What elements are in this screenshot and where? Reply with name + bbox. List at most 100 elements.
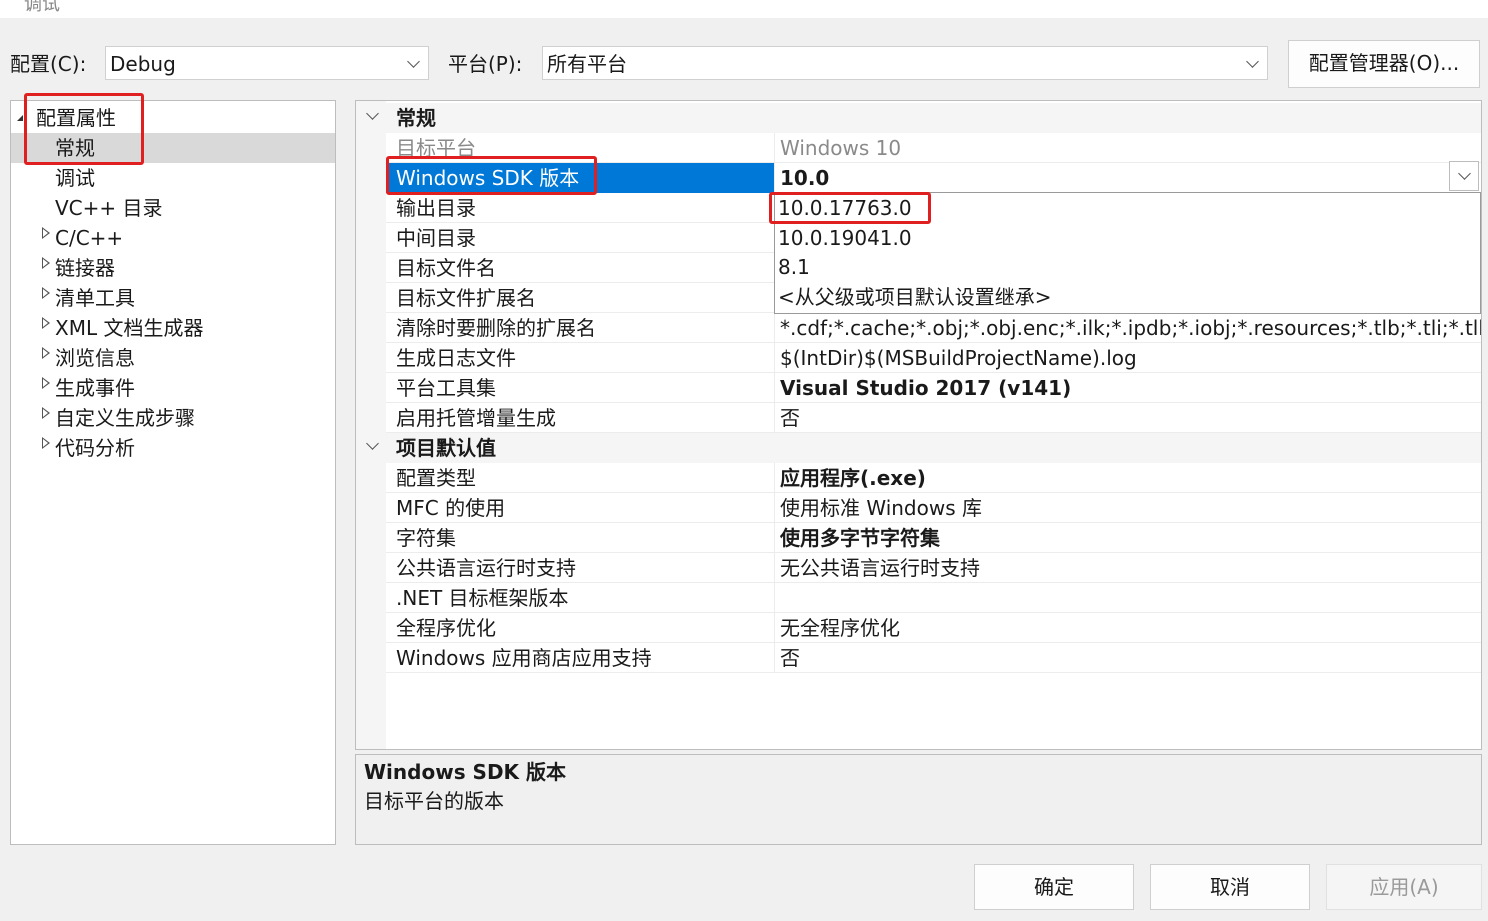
description-text: 目标平台的版本 xyxy=(364,789,504,813)
property-row[interactable]: Windows SDK 版本 10.0 xyxy=(386,163,1481,193)
tree-item-label: 常规 xyxy=(55,136,95,160)
property-name: 生成日志文件 xyxy=(396,346,516,370)
tree-item-label: 代码分析 xyxy=(55,436,135,460)
sdk-dropdown-button[interactable] xyxy=(1449,161,1479,191)
tree-item[interactable]: 链接器 xyxy=(11,253,335,283)
column-divider xyxy=(774,493,775,523)
column-divider xyxy=(774,343,775,373)
property-value[interactable]: 否 xyxy=(780,643,1481,673)
tree-item[interactable]: 调试 xyxy=(11,163,335,193)
property-name: 中间目录 xyxy=(396,226,476,250)
property-row[interactable]: 平台工具集 Visual Studio 2017 (v141) xyxy=(386,373,1481,403)
property-row[interactable]: 启用托管增量生成 否 xyxy=(386,403,1481,433)
property-row[interactable]: MFC 的使用 使用标准 Windows 库 xyxy=(386,493,1481,523)
tree-item[interactable]: 自定义生成步骤 xyxy=(11,403,335,433)
column-divider xyxy=(774,463,775,493)
ok-button[interactable]: 确定 xyxy=(974,864,1134,910)
property-tree: 配置属性 常规调试 VC++ 目录 C/C++ 链接器清单工具 XML 文档生成器浏览信… xyxy=(10,100,336,845)
property-value[interactable]: 使用多字节字符集 xyxy=(780,523,1481,553)
column-divider xyxy=(774,643,775,673)
tree-item[interactable]: 浏览信息 xyxy=(11,343,335,373)
property-name: 输出目录 xyxy=(396,196,476,220)
property-row[interactable]: .NET 目标框架版本 xyxy=(386,583,1481,613)
property-row[interactable]: Windows 应用商店应用支持 否 xyxy=(386,643,1481,673)
property-value[interactable]: 使用标准 Windows 库 xyxy=(780,493,1481,523)
property-name: Windows SDK 版本 xyxy=(396,166,580,190)
property-name: 全程序优化 xyxy=(396,616,496,640)
chevron-down-icon[interactable] xyxy=(366,107,379,120)
platform-combo[interactable]: 所有平台 xyxy=(542,46,1268,80)
column-divider xyxy=(774,313,775,343)
chevron-down-icon xyxy=(1458,167,1471,180)
chevron-down-icon[interactable] xyxy=(366,437,379,450)
property-value[interactable]: 否 xyxy=(780,403,1481,433)
property-row[interactable]: 生成日志文件 $(IntDir)$(MSBuildProjectName).log xyxy=(386,343,1481,373)
column-divider xyxy=(774,523,775,553)
tree-item[interactable]: C/C++ xyxy=(11,223,335,253)
tree-item[interactable]: 常规 xyxy=(11,133,335,163)
property-row[interactable]: 目标平台 Windows 10 xyxy=(386,133,1481,163)
tree-item[interactable]: 清单工具 xyxy=(11,283,335,313)
tree-item-label: 浏览信息 xyxy=(55,346,135,370)
tree-item-label: VC++ 目录 xyxy=(55,196,163,220)
tree-item-label: 链接器 xyxy=(55,256,115,280)
cancel-button[interactable]: 取消 xyxy=(1150,864,1310,910)
config-value: Debug xyxy=(110,52,176,76)
tree-root-config-properties[interactable]: 配置属性 xyxy=(11,103,335,133)
tree-item-label: 生成事件 xyxy=(55,376,135,400)
tree-item-label: C/C++ xyxy=(55,226,124,250)
grid-category-title: 项目默认值 xyxy=(396,436,496,460)
property-value[interactable]: 应用程序(.exe) xyxy=(780,463,1481,493)
property-row[interactable]: 公共语言运行时支持 无公共语言运行时支持 xyxy=(386,553,1481,583)
tree-item[interactable]: 生成事件 xyxy=(11,373,335,403)
property-name: 目标平台 xyxy=(396,136,476,160)
property-name: 清除时要删除的扩展名 xyxy=(396,316,596,340)
grid-category-title: 常规 xyxy=(396,106,436,130)
property-name: 公共语言运行时支持 xyxy=(396,556,576,580)
grid-category[interactable]: 项目默认值 xyxy=(356,433,1481,463)
grid-category[interactable]: 常规 xyxy=(356,103,1481,133)
column-divider xyxy=(774,613,775,643)
description-panel: Windows SDK 版本 目标平台的版本 xyxy=(355,754,1482,845)
column-divider xyxy=(774,553,775,583)
property-name: 目标文件扩展名 xyxy=(396,286,536,310)
dropdown-option[interactable]: 8.1 xyxy=(778,253,810,282)
property-row[interactable]: 配置类型 应用程序(.exe) xyxy=(386,463,1481,493)
property-value[interactable]: 无全程序优化 xyxy=(780,613,1481,643)
property-value[interactable]: *.cdf;*.cache;*.obj;*.obj.enc;*.ilk;*.ip… xyxy=(780,313,1481,343)
property-name: 目标文件名 xyxy=(396,256,496,280)
dropdown-option[interactable]: 10.0.19041.0 xyxy=(778,224,912,253)
column-divider xyxy=(774,373,775,403)
property-row[interactable]: 全程序优化 无全程序优化 xyxy=(386,613,1481,643)
platform-label: 平台(P): xyxy=(448,52,523,76)
tree-item[interactable]: XML 文档生成器 xyxy=(11,313,335,343)
dropdown-option[interactable]: 10.0.17763.0 xyxy=(778,194,912,223)
config-combo[interactable]: Debug xyxy=(105,46,429,80)
property-name: MFC 的使用 xyxy=(396,496,506,520)
property-name: .NET 目标框架版本 xyxy=(396,586,569,610)
property-value[interactable]: 无公共语言运行时支持 xyxy=(780,553,1481,583)
tree-item-label: 自定义生成步骤 xyxy=(55,406,195,430)
platform-value: 所有平台 xyxy=(547,52,627,76)
column-divider xyxy=(774,403,775,433)
chevron-down-icon xyxy=(407,55,420,68)
grid-gutter xyxy=(356,101,386,749)
tree-item[interactable]: VC++ 目录 xyxy=(11,193,335,223)
property-name: 配置类型 xyxy=(396,466,476,490)
property-value[interactable]: Windows 10 xyxy=(780,133,1481,163)
property-row[interactable]: 字符集 使用多字节字符集 xyxy=(386,523,1481,553)
property-value[interactable]: $(IntDir)$(MSBuildProjectName).log xyxy=(780,343,1481,373)
tree-item[interactable]: 代码分析 xyxy=(11,433,335,463)
tree-root-label: 配置属性 xyxy=(36,106,116,130)
window-title: 调试 xyxy=(24,0,60,15)
title-bar: 调试 xyxy=(0,0,1488,18)
description-title: Windows SDK 版本 xyxy=(364,760,567,784)
property-name: Windows 应用商店应用支持 xyxy=(396,646,652,670)
property-value[interactable]: 10.0 xyxy=(780,163,1481,193)
dropdown-option[interactable]: <从父级或项目默认设置继承> xyxy=(778,283,1052,312)
config-label: 配置(C): xyxy=(10,52,87,76)
apply-button[interactable]: 应用(A) xyxy=(1326,864,1482,910)
property-row[interactable]: 清除时要删除的扩展名 *.cdf;*.cache;*.obj;*.obj.enc;… xyxy=(386,313,1481,343)
property-value[interactable]: Visual Studio 2017 (v141) xyxy=(780,373,1481,403)
config-manager-button[interactable]: 配置管理器(O)... xyxy=(1288,40,1480,88)
